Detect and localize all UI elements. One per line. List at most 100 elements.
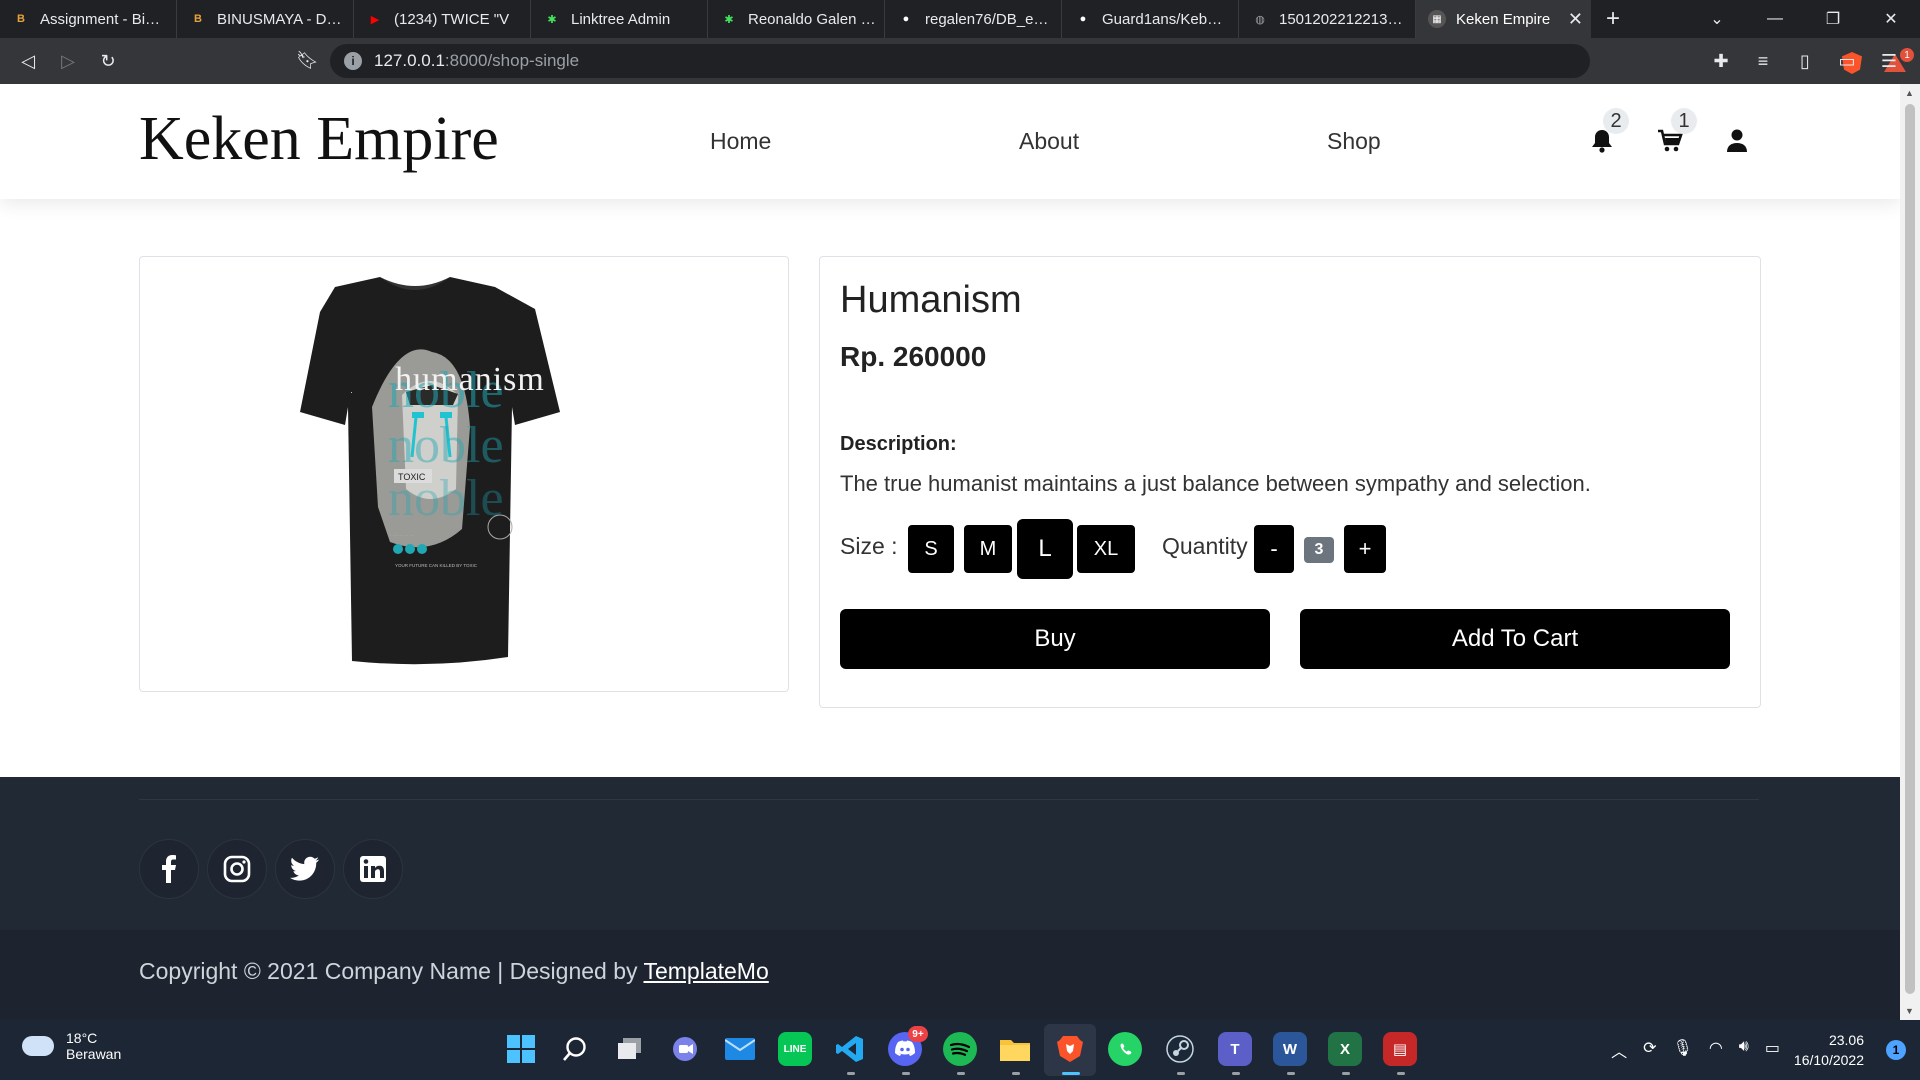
whatsapp-icon[interactable] [1108,1032,1142,1066]
tab-search-icon[interactable]: ⌄ [1688,9,1746,29]
battery-icon[interactable]: ▭ [1765,1038,1780,1062]
size-m-button[interactable]: M [964,525,1012,573]
chevron-up-icon[interactable]: ︿ [1611,1038,1627,1062]
twitter-icon[interactable] [275,839,335,899]
browser-tab[interactable]: ✱ Reonaldo Galen Ma [708,0,885,38]
microphone-icon[interactable]: 🎙︎ [1673,1038,1693,1062]
toolbar-right: ✚ ≡ ▯ ▭ ☰ [1700,38,1910,84]
volume-icon[interactable]: 🔊︎ [1739,1038,1749,1062]
tab-favicon-icon: ● [1079,13,1087,25]
mysql-workbench-icon[interactable]: ▤ [1383,1032,1417,1066]
user-icon[interactable] [1724,128,1750,154]
weather-condition: Berawan [66,1046,122,1062]
active-indicator [1062,1072,1080,1075]
running-indicator [1397,1072,1405,1075]
restore-button[interactable]: ❐ [1804,9,1862,29]
tab-title: 1501202212213535 [1279,10,1407,28]
tab-favicon-icon: ✱ [724,13,734,26]
weather-widget[interactable]: 18°C Berawan [22,1030,121,1062]
footer-bottom: Copyright © 2021 Company Name | Designed… [0,930,1900,1020]
tab-active[interactable]: ▦ Keken Empire ✕ [1416,0,1591,38]
steam-icon[interactable] [1163,1032,1197,1066]
bookmark-icon[interactable]: 🔖︎ [296,50,319,71]
footer-divider [139,799,1759,800]
browser-toolbar: ◁ ▷ ↻ 🔖︎ i 127.0.0.1:8000/shop-single 1 … [0,38,1920,84]
url-path: :8000/shop-single [444,51,580,70]
vscode-icon[interactable] [833,1032,867,1066]
window-controls: ⌄ — ❐ ✕ [1688,0,1920,38]
instagram-icon[interactable] [207,839,267,899]
quantity-decrease-button[interactable]: - [1254,525,1294,573]
excel-icon[interactable]: X [1328,1032,1362,1066]
svg-text:noble: noble [388,417,504,474]
copyright-prefix: Copyright © 2021 Company Name | Designed… [139,958,644,984]
buy-button[interactable]: Buy [840,609,1270,669]
tab-favicon-icon: ✱ [547,13,557,26]
shirt-icon: ▦ [1428,10,1446,28]
clock[interactable]: 23.06 16/10/2022 [1794,1030,1864,1070]
browser-tab[interactable]: ✱ Linktree Admin [531,0,708,38]
browser-tab[interactable]: ◍ 1501202212213535 [1239,0,1416,38]
browser-tab[interactable]: B BINUSMAYA - Dash [177,0,354,38]
teams-chat-icon[interactable] [668,1032,702,1066]
tab-title: BINUSMAYA - Dash [217,10,345,28]
add-to-cart-button[interactable]: Add To Cart [1300,609,1730,669]
browser-tab[interactable]: B Assignment - Binus [0,0,177,38]
address-bar[interactable]: i 127.0.0.1:8000/shop-single 1 [330,44,1914,78]
new-tab-button[interactable]: + [1591,5,1635,33]
menu-icon[interactable]: ☰ [1868,51,1910,72]
brand-logo[interactable]: Keken Empire [139,104,499,175]
site-info-icon[interactable]: i [344,52,362,70]
product-price: Rp. 260000 [840,341,987,372]
search-icon[interactable] [558,1032,592,1066]
facebook-icon[interactable] [139,839,199,899]
start-icon[interactable] [504,1032,538,1066]
svg-text:YOUR FUTURE CAN KILLED BY TOXI: YOUR FUTURE CAN KILLED BY TOXIC [395,563,478,568]
size-l-button[interactable]: L [1017,519,1073,579]
reload-icon[interactable]: ↻ [88,51,128,72]
scroll-up-icon[interactable]: ▲ [1905,88,1914,98]
file-explorer-icon[interactable] [998,1032,1032,1066]
size-s-button[interactable]: S [908,525,954,573]
extensions-icon[interactable]: ✚ [1700,51,1742,72]
browser-tab[interactable]: ● regalen76/DB_end_ [885,0,1062,38]
playlist-icon[interactable]: ≡ [1742,51,1784,72]
shirt-print-text: humanism [395,361,545,398]
minimize-button[interactable]: — [1746,10,1804,28]
nav-shop[interactable]: Shop [1327,128,1381,155]
back-icon[interactable]: ◁ [8,51,48,72]
mail-icon[interactable] [723,1032,757,1066]
page-scrollbar[interactable]: ▲ ▼ [1900,84,1920,1020]
scroll-down-icon[interactable]: ▼ [1905,1006,1914,1016]
wifi-icon[interactable]: ◠ [1709,1038,1723,1062]
wallet-icon[interactable]: ▭ [1826,51,1868,72]
sync-icon[interactable]: ⟳ [1643,1038,1656,1062]
nav-home[interactable]: Home [710,128,771,155]
scrollbar-thumb[interactable] [1905,104,1915,994]
quantity-increase-button[interactable]: + [1344,525,1386,573]
running-indicator [1342,1072,1350,1075]
forward-icon[interactable]: ▷ [48,51,88,72]
word-icon[interactable]: W [1273,1032,1307,1066]
nav-about[interactable]: About [1019,128,1079,155]
sidebar-icon[interactable]: ▯ [1784,51,1826,72]
task-view-icon[interactable] [613,1032,647,1066]
svg-text:noble: noble [388,470,504,527]
brave-browser-icon[interactable] [1053,1032,1087,1066]
teams-icon[interactable]: T [1218,1032,1252,1066]
spotify-icon[interactable] [943,1032,977,1066]
close-tab-icon[interactable]: ✕ [1568,9,1583,30]
linkedin-icon[interactable] [343,839,403,899]
notification-badge[interactable]: 1 [1886,1040,1906,1060]
size-xl-button[interactable]: XL [1077,525,1135,573]
tab-favicon-icon: B [17,13,25,25]
templatemo-link[interactable]: TemplateMo [643,958,768,984]
browser-tab[interactable]: ● Guard1ans/Keboen [1062,0,1239,38]
close-window-button[interactable]: ✕ [1862,9,1920,29]
browser-tab[interactable]: ▶ (1234) TWICE "V [354,0,531,38]
description-heading: Description: [840,433,957,455]
cloud-icon [22,1036,54,1056]
running-indicator [957,1072,965,1075]
product-title: Humanism [840,279,1022,321]
line-icon[interactable]: LINE [778,1032,812,1066]
